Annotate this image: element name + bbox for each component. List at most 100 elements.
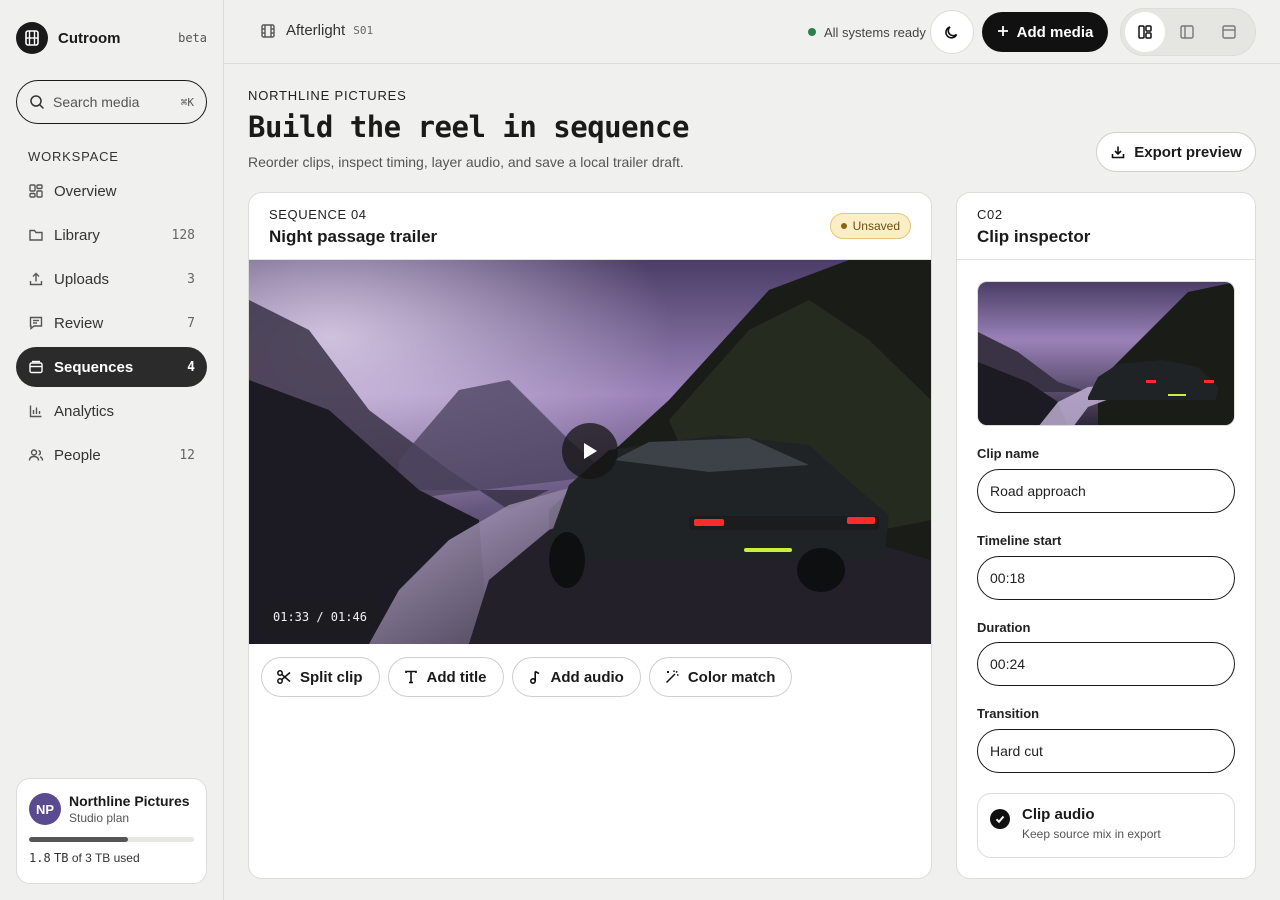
- org-card[interactable]: NP Northline Pictures Studio plan 1.8 TB…: [16, 778, 207, 884]
- checkbox-checked-icon[interactable]: [990, 809, 1010, 829]
- duration-field[interactable]: [977, 642, 1235, 686]
- storage-total: of 3 TB used: [71, 851, 140, 865]
- sequence-header: SEQUENCE 04 Night passage trailer Unsave…: [249, 193, 931, 260]
- layout-split-button[interactable]: [1125, 12, 1165, 52]
- moon-icon: [945, 26, 958, 39]
- page-eyebrow: NORTHLINE PICTURES: [248, 88, 407, 103]
- sidebar-item-label: People: [54, 446, 101, 464]
- sequence-kicker: SEQUENCE 04: [269, 207, 367, 222]
- scissors-icon: [277, 670, 291, 684]
- tool-label: Color match: [687, 668, 776, 686]
- project-name: Afterlight: [286, 22, 346, 39]
- add-title-button[interactable]: Add title: [387, 657, 504, 697]
- sidebar-item-people[interactable]: People 12: [16, 435, 207, 475]
- sidebar-item-uploads[interactable]: Uploads 3: [16, 259, 207, 299]
- export-preview-button[interactable]: Export preview: [1096, 132, 1256, 172]
- bar-chart-icon: [29, 405, 42, 418]
- timeline-start-field[interactable]: [977, 556, 1235, 600]
- status-text: All systems ready: [824, 24, 926, 40]
- clip-toolbar: Split clip Add title Add audio Color mat…: [249, 644, 931, 710]
- theme-toggle-button[interactable]: [930, 10, 974, 54]
- clip-inspector: C02 Clip inspector Clip name Road approa…: [956, 192, 1256, 879]
- play-icon: [584, 443, 597, 459]
- avatar: NP: [29, 793, 61, 825]
- sidebar-item-count: 128: [171, 227, 195, 243]
- magic-wand-icon: [665, 670, 679, 684]
- sidebar-item-count: 7: [187, 315, 195, 331]
- layout-header-button[interactable]: [1209, 12, 1249, 52]
- storage-progress: [29, 837, 194, 842]
- clip-name-field[interactable]: [977, 469, 1235, 513]
- workspace-label: WORKSPACE: [28, 149, 119, 164]
- sidebar: Cutroom beta Search media ⌘K WORKSPACE O…: [0, 0, 224, 900]
- sidebar-nav: Overview Library 128 Uploads 3 Review 7 …: [16, 171, 207, 479]
- people-icon: [28, 449, 44, 461]
- split-clip-button[interactable]: Split clip: [261, 657, 380, 697]
- project-breadcrumb[interactable]: Afterlight S01: [260, 22, 373, 39]
- add-audio-button[interactable]: Add audio: [511, 657, 641, 697]
- layout-switcher: [1120, 8, 1256, 56]
- storage-used-unit: TB: [54, 851, 69, 865]
- film-logo-icon: [16, 22, 48, 54]
- sidebar-item-analytics[interactable]: Analytics: [16, 391, 207, 431]
- search-icon: [30, 95, 44, 109]
- export-preview-label: Export preview: [1134, 143, 1242, 161]
- beta-tag: beta: [178, 31, 207, 45]
- system-status: All systems ready: [808, 22, 926, 42]
- brand[interactable]: Cutroom beta: [16, 22, 207, 54]
- sidebar-item-review[interactable]: Review 7: [16, 303, 207, 343]
- inspector-title: Clip inspector: [977, 227, 1091, 246]
- color-match-button[interactable]: Color match: [648, 657, 793, 697]
- search-shortcut: ⌘K: [180, 95, 194, 109]
- sidebar-item-overview[interactable]: Overview: [16, 171, 207, 211]
- sidebar-item-count: 3: [187, 271, 195, 287]
- brand-name: Cutroom: [58, 29, 121, 47]
- layout-panels-icon: [1138, 25, 1152, 39]
- tool-label: Split clip: [300, 668, 363, 686]
- layout-header-icon: [1222, 25, 1236, 39]
- tool-label: Add audio: [550, 668, 624, 686]
- layout-sidebar-button[interactable]: [1167, 12, 1207, 52]
- main-content: NORTHLINE PICTURES Build the reel in seq…: [224, 64, 1280, 900]
- sidebar-item-label: Uploads: [54, 270, 110, 288]
- badge-dot-icon: [840, 223, 847, 229]
- status-dot-icon: [808, 28, 816, 36]
- clip-thumbnail: [977, 281, 1235, 426]
- sidebar-item-label: Analytics: [54, 402, 115, 420]
- clip-name-label: Clip name: [977, 446, 1040, 461]
- sidebar-item-label: Review: [54, 314, 104, 332]
- plus-icon: [997, 24, 1009, 41]
- transition-field[interactable]: [977, 729, 1235, 773]
- project-code: S01: [353, 24, 374, 37]
- topbar: Afterlight S01 All systems ready Add med…: [224, 0, 1280, 64]
- page-subtitle: Reorder clips, inspect timing, layer aud…: [248, 154, 684, 170]
- play-button[interactable]: [562, 423, 618, 479]
- video-preview[interactable]: 01:33 / 01:46: [249, 260, 931, 644]
- storage-used: 1.8: [29, 851, 51, 865]
- grid-icon: [29, 184, 43, 198]
- add-media-button[interactable]: Add media: [982, 12, 1108, 52]
- tool-label: Add title: [426, 668, 487, 686]
- org-plan: Studio plan: [69, 811, 130, 825]
- upload-icon: [29, 272, 43, 286]
- sidebar-item-label: Overview: [54, 182, 117, 200]
- page-title: Build the reel in sequence: [248, 110, 689, 144]
- timecode: 01:33 / 01:46: [261, 604, 379, 630]
- layout-sidebar-icon: [1180, 25, 1194, 39]
- clip-audio-description: Keep source mix in export: [1022, 827, 1161, 841]
- status-badge-label: Unsaved: [852, 219, 900, 233]
- music-note-icon: [529, 670, 539, 685]
- text-icon: [404, 670, 417, 684]
- storage-text: 1.8 TB of 3 TB used: [29, 851, 194, 865]
- sidebar-item-sequences[interactable]: Sequences 4: [16, 347, 207, 387]
- search-media-input[interactable]: Search media ⌘K: [16, 80, 207, 124]
- clip-audio-toggle[interactable]: Clip audio Keep source mix in export: [977, 793, 1235, 858]
- sequence-card: SEQUENCE 04 Night passage trailer Unsave…: [248, 192, 932, 879]
- org-name: Northline Pictures: [69, 793, 190, 809]
- sidebar-item-count: 12: [179, 447, 195, 463]
- timeline-start-label: Timeline start: [977, 533, 1062, 548]
- status-badge: Unsaved: [829, 213, 911, 239]
- clip-thumbnail-image: [978, 282, 1234, 425]
- add-media-label: Add media: [1016, 23, 1094, 41]
- sidebar-item-library[interactable]: Library 128: [16, 215, 207, 255]
